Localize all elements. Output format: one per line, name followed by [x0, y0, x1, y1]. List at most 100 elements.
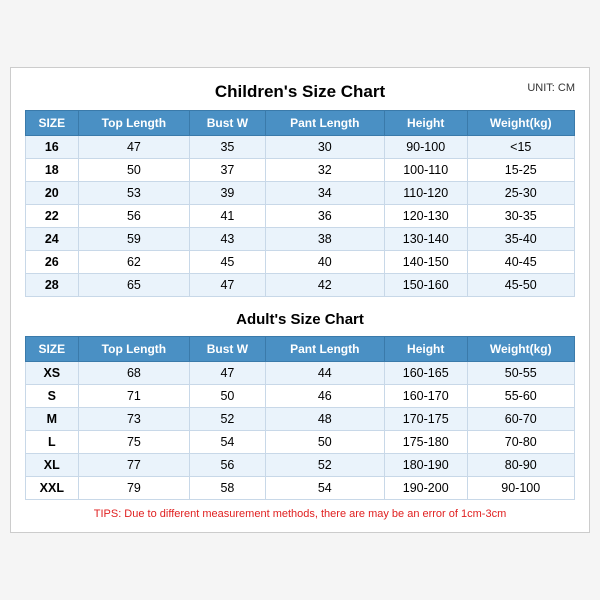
table-cell: 75: [78, 431, 190, 454]
table-row: XS684744160-16550-55: [26, 362, 575, 385]
table-cell: 26: [26, 251, 79, 274]
table-row: S715046160-17055-60: [26, 385, 575, 408]
table-cell: 42: [265, 274, 384, 297]
table-cell: 140-150: [384, 251, 467, 274]
table-row: 24594338130-14035-40: [26, 228, 575, 251]
table-cell: 180-190: [384, 454, 467, 477]
children-col-header: SIZE: [26, 111, 79, 136]
table-cell: 30-35: [467, 205, 575, 228]
table-cell: 48: [265, 408, 384, 431]
table-cell: 130-140: [384, 228, 467, 251]
table-cell: 80-90: [467, 454, 575, 477]
table-cell: 45-50: [467, 274, 575, 297]
table-row: 18503732100-11015-25: [26, 159, 575, 182]
table-cell: 90-100: [467, 477, 575, 500]
table-cell: 30: [265, 136, 384, 159]
table-cell: 53: [78, 182, 190, 205]
children-col-header: Weight(kg): [467, 111, 575, 136]
adult-col-header: Top Length: [78, 337, 190, 362]
table-cell: 73: [78, 408, 190, 431]
adult-table: SIZETop LengthBust WPant LengthHeightWei…: [25, 336, 575, 500]
table-cell: 40: [265, 251, 384, 274]
adult-title: Adult's Size Chart: [25, 303, 575, 330]
table-cell: 25-30: [467, 182, 575, 205]
table-cell: L: [26, 431, 79, 454]
children-col-header: Bust W: [190, 111, 265, 136]
table-row: 22564136120-13030-35: [26, 205, 575, 228]
table-cell: 34: [265, 182, 384, 205]
adult-title-text: Adult's Size Chart: [236, 311, 364, 328]
children-col-header: Top Length: [78, 111, 190, 136]
table-cell: S: [26, 385, 79, 408]
table-cell: 160-165: [384, 362, 467, 385]
table-cell: XS: [26, 362, 79, 385]
table-cell: 47: [190, 274, 265, 297]
table-cell: 170-175: [384, 408, 467, 431]
table-cell: 71: [78, 385, 190, 408]
adult-col-header: Weight(kg): [467, 337, 575, 362]
table-cell: 37: [190, 159, 265, 182]
table-cell: 36: [265, 205, 384, 228]
table-cell: 45: [190, 251, 265, 274]
table-cell: 28: [26, 274, 79, 297]
table-cell: 47: [78, 136, 190, 159]
tips-text: TIPS: Due to different measurement metho…: [25, 508, 575, 522]
table-cell: XL: [26, 454, 79, 477]
table-cell: 50: [265, 431, 384, 454]
table-cell: <15: [467, 136, 575, 159]
table-cell: 65: [78, 274, 190, 297]
table-cell: 120-130: [384, 205, 467, 228]
table-cell: 190-200: [384, 477, 467, 500]
table-cell: 56: [78, 205, 190, 228]
table-cell: 46: [265, 385, 384, 408]
adult-col-header: Height: [384, 337, 467, 362]
table-cell: 15-25: [467, 159, 575, 182]
table-cell: 39: [190, 182, 265, 205]
table-cell: 56: [190, 454, 265, 477]
table-cell: 160-170: [384, 385, 467, 408]
table-cell: 70-80: [467, 431, 575, 454]
table-row: 26624540140-15040-45: [26, 251, 575, 274]
table-cell: 24: [26, 228, 79, 251]
table-cell: 90-100: [384, 136, 467, 159]
adult-col-header: Bust W: [190, 337, 265, 362]
table-row: 28654742150-16045-50: [26, 274, 575, 297]
table-row: M735248170-17560-70: [26, 408, 575, 431]
table-cell: 20: [26, 182, 79, 205]
adult-col-header: SIZE: [26, 337, 79, 362]
table-cell: 62: [78, 251, 190, 274]
table-cell: 79: [78, 477, 190, 500]
table-cell: 18: [26, 159, 79, 182]
table-cell: 41: [190, 205, 265, 228]
table-cell: 47: [190, 362, 265, 385]
children-col-header: Height: [384, 111, 467, 136]
table-row: XXL795854190-20090-100: [26, 477, 575, 500]
unit-label: UNIT: CM: [527, 82, 575, 94]
table-cell: 22: [26, 205, 79, 228]
chart-container: Children's Size Chart UNIT: CM SIZETop L…: [10, 67, 590, 533]
table-cell: 60-70: [467, 408, 575, 431]
table-cell: 43: [190, 228, 265, 251]
table-cell: 150-160: [384, 274, 467, 297]
table-row: 20533934110-12025-30: [26, 182, 575, 205]
table-cell: 58: [190, 477, 265, 500]
table-cell: 16: [26, 136, 79, 159]
table-cell: 50: [190, 385, 265, 408]
table-cell: 68: [78, 362, 190, 385]
table-row: 1647353090-100<15: [26, 136, 575, 159]
children-title: Children's Size Chart UNIT: CM: [25, 78, 575, 104]
children-title-text: Children's Size Chart: [215, 82, 385, 101]
table-cell: 35-40: [467, 228, 575, 251]
table-cell: 55-60: [467, 385, 575, 408]
table-row: L755450175-18070-80: [26, 431, 575, 454]
table-cell: 77: [78, 454, 190, 477]
table-cell: 38: [265, 228, 384, 251]
adult-header-row: SIZETop LengthBust WPant LengthHeightWei…: [26, 337, 575, 362]
children-header-row: SIZETop LengthBust WPant LengthHeightWei…: [26, 111, 575, 136]
table-cell: 40-45: [467, 251, 575, 274]
table-cell: 54: [190, 431, 265, 454]
table-cell: 50: [78, 159, 190, 182]
table-row: XL775652180-19080-90: [26, 454, 575, 477]
children-table: SIZETop LengthBust WPant LengthHeightWei…: [25, 110, 575, 297]
table-cell: M: [26, 408, 79, 431]
